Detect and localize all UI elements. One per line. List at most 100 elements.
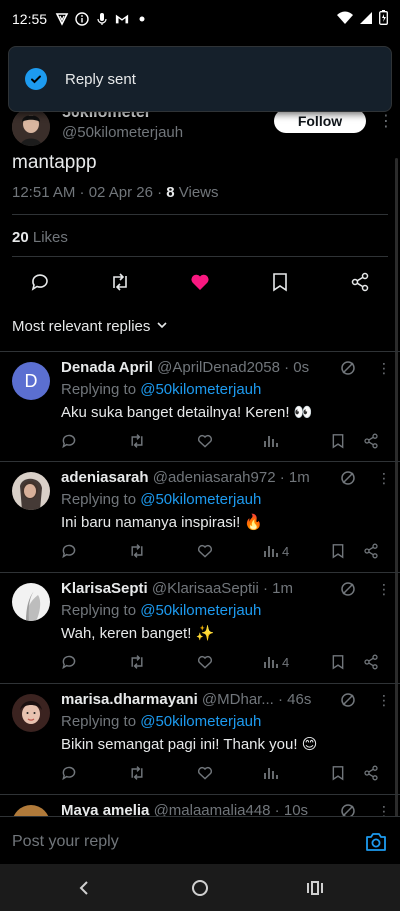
gmail-icon bbox=[115, 12, 129, 26]
back-icon[interactable] bbox=[72, 876, 96, 900]
status-time: 12:55 bbox=[12, 11, 48, 27]
more-options-icon[interactable]: ⋮ bbox=[377, 360, 391, 377]
retweet-icon[interactable] bbox=[128, 432, 146, 450]
retweet-icon[interactable] bbox=[128, 653, 146, 671]
reply-input[interactable]: Post your reply bbox=[12, 833, 119, 851]
views-icon[interactable] bbox=[263, 432, 282, 450]
reply-author-handle[interactable]: @MDhar... · 46s bbox=[202, 691, 311, 708]
reply-author-handle[interactable]: @adeniasarah972 · 1m bbox=[153, 469, 310, 486]
reply-icon[interactable] bbox=[26, 268, 54, 296]
avatar[interactable] bbox=[12, 694, 50, 732]
bookmark-icon[interactable] bbox=[331, 542, 345, 560]
home-icon[interactable] bbox=[188, 876, 212, 900]
grok-icon[interactable] bbox=[340, 470, 356, 486]
reply-author-name[interactable]: marisa.dharmayani bbox=[61, 691, 198, 708]
replying-prefix: Replying to bbox=[61, 602, 141, 619]
more-options-icon[interactable]: ⋮ bbox=[377, 581, 391, 598]
follow-button[interactable]: Follow bbox=[274, 109, 366, 133]
retweet-icon[interactable] bbox=[128, 764, 146, 782]
avatar[interactable] bbox=[12, 108, 50, 146]
grok-icon[interactable] bbox=[340, 581, 356, 597]
replying-to: Replying to @50kilometerjauh bbox=[61, 491, 261, 508]
share-icon[interactable] bbox=[346, 268, 374, 296]
signal-icon bbox=[359, 11, 373, 28]
like-icon[interactable] bbox=[197, 764, 213, 782]
reply-text: Wah, keren banget! ✨ bbox=[61, 625, 215, 642]
avatar[interactable] bbox=[12, 805, 50, 816]
camera-icon[interactable] bbox=[365, 831, 387, 853]
reply-icon[interactable] bbox=[61, 542, 77, 560]
list-item[interactable]: D Denada April @AprilDenad2058 · 0s ⋮ Re… bbox=[0, 351, 400, 461]
divider bbox=[12, 256, 388, 257]
reply-composer[interactable]: Post your reply bbox=[0, 816, 400, 864]
list-item[interactable]: adeniasarah @adeniasarah972 · 1m ⋮ Reply… bbox=[0, 461, 400, 571]
retweet-icon[interactable] bbox=[128, 542, 146, 560]
reply-header: marisa.dharmayani @MDhar... · 46s bbox=[61, 691, 329, 708]
likes-summary[interactable]: 20 Likes bbox=[12, 229, 68, 246]
reply-author-handle[interactable]: @AprilDenad2058 · 0s bbox=[157, 359, 309, 376]
like-icon[interactable] bbox=[197, 542, 213, 560]
more-options-icon[interactable]: ⋮ bbox=[377, 803, 391, 816]
bookmark-icon[interactable] bbox=[331, 653, 345, 671]
reply-views-count: 4 bbox=[282, 654, 290, 670]
views-icon[interactable]: 4 bbox=[263, 653, 289, 671]
replying-to: Replying to @50kilometerjauh bbox=[61, 381, 261, 398]
mention-link[interactable]: @50kilometerjauh bbox=[140, 381, 261, 398]
reply-header: Maya amelia @malaamalia448 · 10s bbox=[61, 802, 329, 816]
more-options-icon[interactable]: ⋮ bbox=[377, 470, 391, 487]
views-icon[interactable]: 4 bbox=[263, 542, 289, 560]
reply-author-name[interactable]: Maya amelia bbox=[61, 802, 149, 816]
mention-link[interactable]: @50kilometerjauh bbox=[140, 713, 261, 730]
grok-icon[interactable] bbox=[340, 803, 356, 816]
dot-icon bbox=[135, 12, 149, 26]
reply-header: KlarisaSepti @KlarisaaSeptii · 1m bbox=[61, 580, 329, 597]
more-options-icon[interactable]: ⋮ bbox=[377, 692, 391, 709]
views-icon[interactable] bbox=[263, 764, 282, 782]
list-item[interactable]: KlarisaSepti @KlarisaaSeptii · 1m ⋮ Repl… bbox=[0, 572, 400, 682]
grok-icon[interactable] bbox=[340, 360, 356, 376]
author-handle[interactable]: @50kilometerjauh bbox=[62, 124, 183, 141]
reply-actions: 4 bbox=[61, 542, 391, 560]
replying-to: Replying to @50kilometerjauh bbox=[61, 602, 261, 619]
reply-text: Aku suka banget detailnya! Keren! 👀 bbox=[61, 404, 313, 421]
share-icon[interactable] bbox=[363, 542, 379, 560]
reply-author-handle[interactable]: @malaamalia448 · 10s bbox=[154, 802, 308, 816]
reply-header: Denada April @AprilDenad2058 · 0s bbox=[61, 359, 329, 376]
mention-link[interactable]: @50kilometerjauh bbox=[140, 491, 261, 508]
like-icon[interactable] bbox=[197, 653, 213, 671]
reply-author-name[interactable]: adeniasarah bbox=[61, 469, 149, 486]
replies-sort-dropdown[interactable]: Most relevant replies bbox=[12, 318, 168, 335]
reply-icon[interactable] bbox=[61, 653, 77, 671]
reply-icon[interactable] bbox=[61, 432, 77, 450]
share-icon[interactable] bbox=[363, 432, 379, 450]
views-count[interactable]: 8 bbox=[166, 184, 174, 201]
avatar[interactable]: D bbox=[12, 362, 50, 400]
like-icon[interactable] bbox=[197, 432, 213, 450]
recents-icon[interactable] bbox=[303, 876, 327, 900]
avatar[interactable] bbox=[12, 472, 50, 510]
like-filled-icon[interactable] bbox=[186, 268, 214, 296]
bookmark-icon[interactable] bbox=[331, 432, 345, 450]
reply-actions bbox=[61, 764, 391, 782]
reply-author-name[interactable]: Denada April bbox=[61, 359, 153, 376]
more-options-icon[interactable]: ⋮ bbox=[378, 114, 394, 130]
mention-link[interactable]: @50kilometerjauh bbox=[140, 602, 261, 619]
replying-prefix: Replying to bbox=[61, 713, 141, 730]
reply-author-handle[interactable]: @KlarisaaSeptii · 1m bbox=[152, 580, 293, 597]
share-icon[interactable] bbox=[363, 653, 379, 671]
wifi-icon bbox=[337, 11, 353, 28]
list-item[interactable]: marisa.dharmayani @MDhar... · 46s ⋮ Repl… bbox=[0, 683, 400, 793]
share-icon[interactable] bbox=[363, 764, 379, 782]
reply-text: Bikin semangat pagi ini! Thank you! 😊 bbox=[61, 736, 318, 753]
battery-icon bbox=[379, 10, 388, 28]
list-item[interactable]: Maya amelia @malaamalia448 · 10s ⋮ bbox=[0, 794, 400, 816]
reply-actions bbox=[61, 432, 391, 450]
reply-author-name[interactable]: KlarisaSepti bbox=[61, 580, 148, 597]
retweet-icon[interactable] bbox=[106, 268, 134, 296]
post-action-bar bbox=[0, 268, 400, 296]
avatar[interactable] bbox=[12, 583, 50, 621]
bookmark-icon[interactable] bbox=[266, 268, 294, 296]
bookmark-icon[interactable] bbox=[331, 764, 345, 782]
reply-icon[interactable] bbox=[61, 764, 77, 782]
grok-icon[interactable] bbox=[340, 692, 356, 708]
